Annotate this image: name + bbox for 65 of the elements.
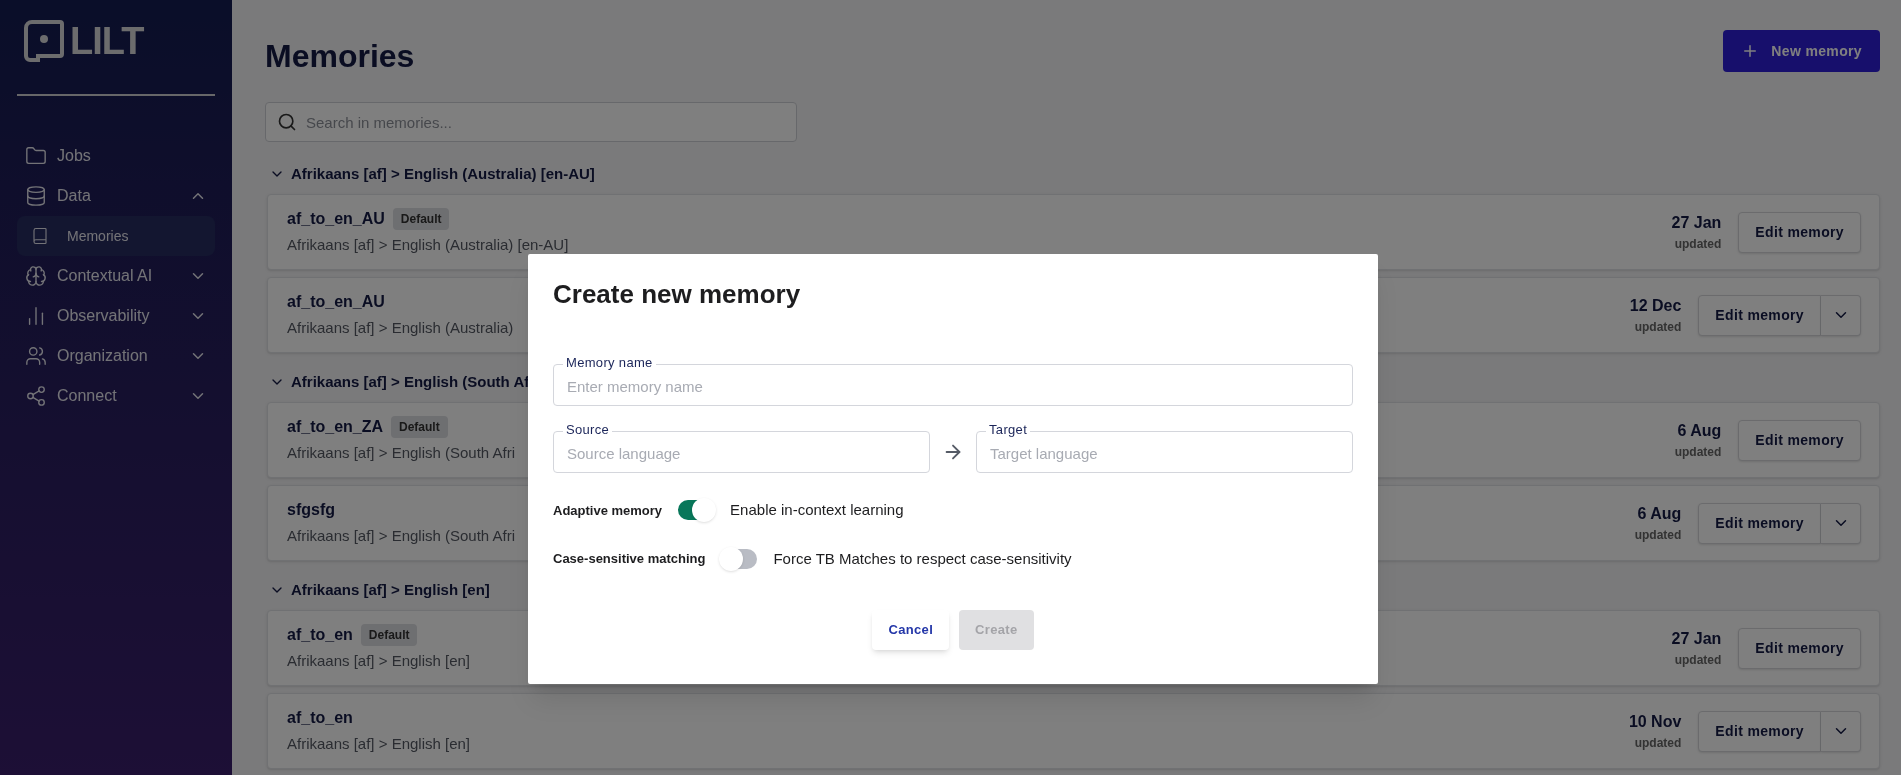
toggle-label: Adaptive memory xyxy=(553,501,663,520)
nav-item[interactable]: Jobs xyxy=(17,136,215,176)
edit-memory-button[interactable]: Edit memory xyxy=(1738,627,1861,669)
group-heading: Afrikaans [af] > English (South Af xyxy=(291,371,530,392)
memory-name: af_to_en_ZA xyxy=(287,417,384,438)
folder-icon xyxy=(25,145,47,167)
updated-date: 27 Jan xyxy=(1671,629,1722,649)
share-icon xyxy=(25,385,47,407)
field-label: Memory name xyxy=(563,355,656,371)
toggle-description: Enable in-context learning xyxy=(730,500,904,520)
field-label: Target xyxy=(986,422,1031,438)
updated-date: 27 Jan xyxy=(1671,213,1722,233)
logo-text: LILT xyxy=(70,22,144,60)
dialog-title: Create new memory xyxy=(553,278,802,310)
new-memory-button[interactable]: New memory xyxy=(1723,30,1880,72)
default-badge: Default xyxy=(392,208,450,231)
updated-label: updated xyxy=(1634,735,1682,752)
default-badge: Default xyxy=(391,416,448,439)
edit-memory-button[interactable]: Edit memory xyxy=(1698,502,1821,544)
updated-label: updated xyxy=(1634,527,1682,544)
updated-date: 6 Aug xyxy=(1637,504,1682,524)
updated-date: 10 Nov xyxy=(1628,712,1682,732)
nav-subitem[interactable]: Memories xyxy=(17,216,215,256)
nav-item[interactable]: Contextual AI xyxy=(17,256,215,296)
edit-memory-button[interactable]: Edit memory xyxy=(1738,419,1861,461)
updated-date: 6 Aug xyxy=(1677,421,1722,441)
memory-languages: Afrikaans [af] > English (South Afri xyxy=(287,526,516,547)
updated-label: updated xyxy=(1674,652,1722,669)
edit-memory-button[interactable]: Edit memory xyxy=(1698,294,1821,336)
memory-languages: Afrikaans [af] > English (Australia) xyxy=(287,318,514,339)
group-heading: Afrikaans [af] > English (Australia) [en-AU] xyxy=(291,163,595,184)
memory-name: af_to_en_AU xyxy=(287,209,385,230)
search-icon xyxy=(277,112,297,132)
cancel-button[interactable]: Cancel xyxy=(872,610,950,650)
updated-date: 12 Dec xyxy=(1629,296,1682,316)
memory-languages: Afrikaans [af] > English (South Afri xyxy=(287,443,516,464)
updated-label: updated xyxy=(1674,444,1722,461)
memory-name: af_to_en xyxy=(287,625,353,646)
memory-languages: Afrikaans [af] > English [en] xyxy=(287,734,471,755)
logo-icon xyxy=(24,20,64,62)
edit-memory-button[interactable]: Edit memory xyxy=(1738,211,1861,253)
nav-item[interactable]: Connect xyxy=(17,376,215,416)
toggle-description: Force TB Matches to respect case-sensitivity xyxy=(773,548,1072,569)
brain-icon xyxy=(25,265,47,287)
default-badge: Default xyxy=(360,624,418,647)
group-heading: Afrikaans [af] > English [en] xyxy=(291,579,490,600)
toggle-label: Case-sensitive matching xyxy=(553,550,706,568)
book-icon xyxy=(31,227,49,245)
search-field[interactable]: Search in memories... xyxy=(265,102,797,142)
page-title: Memories xyxy=(265,37,415,76)
memory-name: af_to_en_AU xyxy=(287,292,385,313)
memory-languages: Afrikaans [af] > English (Australia) [en-AU] xyxy=(287,235,569,256)
edit-memory-button[interactable]: Edit memory xyxy=(1698,710,1821,752)
people-icon xyxy=(25,345,47,367)
updated-label: updated xyxy=(1634,319,1682,336)
memory-languages: Afrikaans [af] > English [en] xyxy=(287,651,471,672)
toggle-switch[interactable] xyxy=(721,548,758,569)
memory-name: af_to_en xyxy=(287,708,353,729)
nav-item[interactable]: Data xyxy=(17,176,215,216)
toggle-switch[interactable] xyxy=(678,500,715,521)
nav-item[interactable]: Organization xyxy=(17,336,215,376)
database-icon xyxy=(25,185,47,207)
updated-label: updated xyxy=(1674,236,1722,253)
memory-name: sfgsfg xyxy=(287,500,335,521)
nav-item[interactable]: Observability xyxy=(17,296,215,336)
